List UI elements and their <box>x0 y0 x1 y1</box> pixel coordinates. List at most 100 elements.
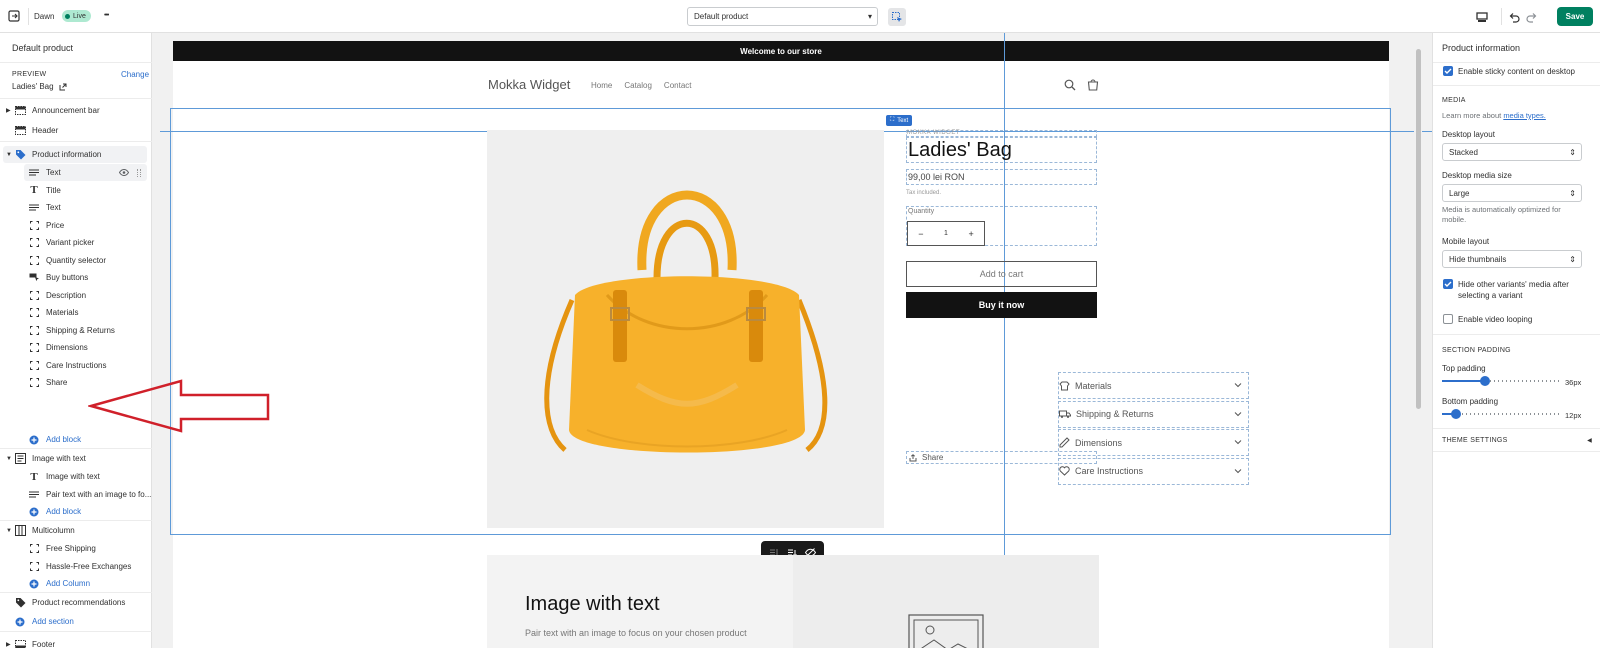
slider-thumb[interactable] <box>1451 409 1462 419</box>
quantity-value[interactable]: 1 <box>944 230 948 237</box>
bottom-padding-label: Bottom padding <box>1442 397 1499 406</box>
add-column-button[interactable]: Add Column <box>28 575 90 592</box>
section-multicolumn[interactable]: ▼ Multicolumn <box>6 522 75 539</box>
mobile-layout-select[interactable]: Hide thumbnails ⇕ <box>1442 250 1582 268</box>
preview-product[interactable]: Ladies' Bag <box>12 82 67 91</box>
save-button[interactable]: Save <box>1557 7 1593 26</box>
section-product-information[interactable]: ▼ Product information <box>6 146 101 163</box>
accordion-item[interactable]: Materials <box>1058 372 1249 399</box>
nav-link-contact[interactable]: Contact <box>664 81 692 90</box>
theme-settings-toggle[interactable]: THEME SETTINGS ◀ <box>1442 437 1592 444</box>
chevron-down-icon <box>1234 380 1242 390</box>
chevron-down-icon <box>1234 437 1242 447</box>
block-icon <box>28 359 40 371</box>
vendor-text-block[interactable]: MOKKA WIDGET <box>906 130 1097 137</box>
product-image[interactable] <box>487 130 884 528</box>
announcement-bar[interactable]: Welcome to our store <box>173 41 1389 61</box>
block-item[interactable]: Dimensions <box>28 339 88 356</box>
add-block-button[interactable]: Add block <box>28 431 81 448</box>
change-link[interactable]: Change <box>121 70 149 79</box>
desktop-layout-value: Stacked <box>1449 148 1478 157</box>
theme-settings-label: THEME SETTINGS <box>1442 437 1508 444</box>
bottom-padding-slider[interactable] <box>1442 408 1562 420</box>
block-item[interactable]: Variant picker <box>28 234 94 251</box>
share-button[interactable]: Share <box>906 451 1097 464</box>
image-with-text-section[interactable]: Image with text Pair text with an image … <box>487 555 1099 648</box>
preview-label: PREVIEW <box>12 71 47 78</box>
store-name[interactable]: Mokka Widget <box>488 77 570 92</box>
plus-circle-icon <box>28 506 40 518</box>
block-label: Care Instructions <box>46 360 107 370</box>
inspector-button[interactable] <box>888 8 906 26</box>
add-to-cart-button[interactable]: Add to cart <box>906 261 1097 287</box>
video-looping-checkbox[interactable] <box>1443 314 1453 324</box>
drag-handle-icon[interactable] <box>137 169 141 177</box>
top-padding-slider[interactable] <box>1442 375 1562 387</box>
more-button[interactable]: ••• <box>104 12 109 19</box>
block-item[interactable]: Description <box>28 287 86 304</box>
undo-button[interactable] <box>1506 9 1522 25</box>
sticky-content-checkbox[interactable] <box>1443 66 1453 76</box>
block-item[interactable]: Buy buttons <box>28 269 88 286</box>
desktop-media-size-select[interactable]: Large ⇕ <box>1442 184 1582 202</box>
buy-it-now-button[interactable]: Buy it now <box>906 292 1097 318</box>
block-item[interactable]: Care Instructions <box>28 357 106 374</box>
select-pointer-icon <box>891 11 902 22</box>
divider <box>0 141 152 142</box>
block-item[interactable]: Free Shipping <box>28 540 96 557</box>
exit-button[interactable] <box>6 8 22 24</box>
block-item[interactable]: Shipping & Returns <box>28 322 115 339</box>
block-label: Free Shipping <box>46 544 96 553</box>
eye-icon[interactable] <box>118 168 130 178</box>
block-item[interactable]: Share <box>28 374 67 391</box>
block-item[interactable]: Text <box>28 164 61 181</box>
quantity-minus-button[interactable]: − <box>918 229 923 239</box>
media-types-link[interactable]: media types. <box>1503 111 1546 120</box>
nav-link-catalog[interactable]: Catalog <box>624 81 652 90</box>
theme-name: Dawn <box>34 12 55 21</box>
block-item[interactable]: Materials <box>28 304 78 321</box>
accordion-item[interactable]: Shipping & Returns <box>1058 400 1249 428</box>
redo-button[interactable] <box>1524 9 1540 25</box>
hide-variants-checkbox[interactable] <box>1443 279 1453 289</box>
chevron-down-icon <box>1234 466 1242 476</box>
price-block[interactable]: 99,00 lei RON <box>906 169 1097 185</box>
announcement-bar-icon <box>14 105 26 117</box>
slider-thumb[interactable] <box>1480 376 1491 386</box>
video-looping-label: Enable video looping <box>1458 315 1533 324</box>
device-button[interactable] <box>1474 9 1490 25</box>
header-icon <box>14 125 26 137</box>
vendor-text: MOKKA WIDGET <box>907 130 961 136</box>
section-footer[interactable]: ▶ Footer <box>6 636 55 648</box>
columns-icon <box>14 525 26 537</box>
section-image-with-text[interactable]: ▼ Image with text <box>6 450 86 467</box>
add-section-button[interactable]: Add section <box>14 613 74 630</box>
product-title-block[interactable]: Ladies' Bag <box>906 137 1097 163</box>
block-label: Pair text with an image to fo... <box>46 490 152 499</box>
section-header[interactable]: Header <box>14 122 58 139</box>
selection-icon: ⛶ <box>890 117 895 123</box>
section-padding-heading: SECTION PADDING <box>1442 347 1511 354</box>
block-item[interactable]: T Image with text <box>28 468 99 485</box>
add-block-button[interactable]: Add block <box>28 503 81 520</box>
buy-icon <box>28 272 40 284</box>
block-item[interactable]: Hassle-Free Exchanges <box>28 558 131 575</box>
block-item[interactable]: Text <box>28 199 61 216</box>
section-announcement-bar[interactable]: ▶ Announcement bar <box>6 102 100 119</box>
caret-down-icon: ▼ <box>6 151 12 158</box>
nav-link-home[interactable]: Home <box>591 81 612 90</box>
block-item[interactable]: Pair text with an image to fo... <box>28 486 151 503</box>
block-item[interactable]: Price <box>28 217 64 234</box>
quantity-plus-button[interactable]: + <box>968 229 973 239</box>
divider <box>0 592 152 593</box>
block-label: Text <box>46 203 61 212</box>
template-select[interactable]: Default product ▾ <box>687 7 878 26</box>
section-product-recommendations[interactable]: Product recommendations <box>14 594 125 611</box>
cart-icon[interactable] <box>1087 78 1099 93</box>
desktop-layout-select[interactable]: Stacked ⇕ <box>1442 143 1582 161</box>
search-icon[interactable] <box>1064 79 1076 93</box>
block-item[interactable]: Quantity selector <box>28 252 106 269</box>
media-learn-more: Learn more about media types. <box>1442 111 1546 120</box>
canvas-scrollbar-thumb[interactable] <box>1416 49 1421 409</box>
block-item[interactable]: T Title <box>28 182 61 199</box>
